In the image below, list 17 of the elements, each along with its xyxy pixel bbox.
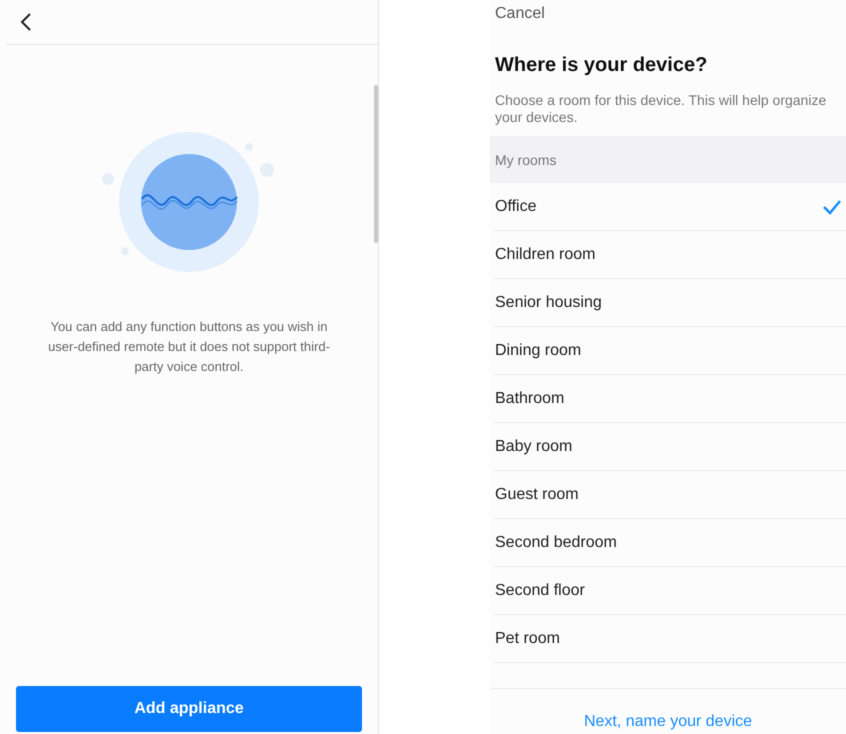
- room-item[interactable]: Senior housing: [495, 279, 846, 327]
- room-item[interactable]: Baby room: [495, 423, 846, 471]
- room-item[interactable]: Second bedroom: [495, 519, 846, 567]
- room-item[interactable]: Children room: [495, 231, 846, 279]
- room-item[interactable]: Office: [495, 183, 846, 231]
- scrollbar[interactable]: [374, 85, 378, 243]
- room-item[interactable]: Bathroom: [495, 375, 846, 423]
- subtitle-text: Choose a room for this device. This will help organize your devices.: [495, 92, 828, 126]
- page-title: Where is your device?: [495, 53, 708, 78]
- add-appliance-button[interactable]: Add appliance: [16, 686, 362, 732]
- section-header: My rooms: [490, 136, 846, 183]
- description-text: You can add any function buttons as you wish in user-defined remote but it does not support third-party voice control.: [47, 318, 331, 376]
- room-item[interactable]: Guest room: [495, 471, 846, 519]
- room-item[interactable]: Pet room: [495, 615, 846, 663]
- room-item[interactable]: Dining room: [495, 327, 846, 375]
- room-item[interactable]: Second floor: [495, 567, 846, 615]
- cancel-button[interactable]: Cancel: [495, 0, 545, 22]
